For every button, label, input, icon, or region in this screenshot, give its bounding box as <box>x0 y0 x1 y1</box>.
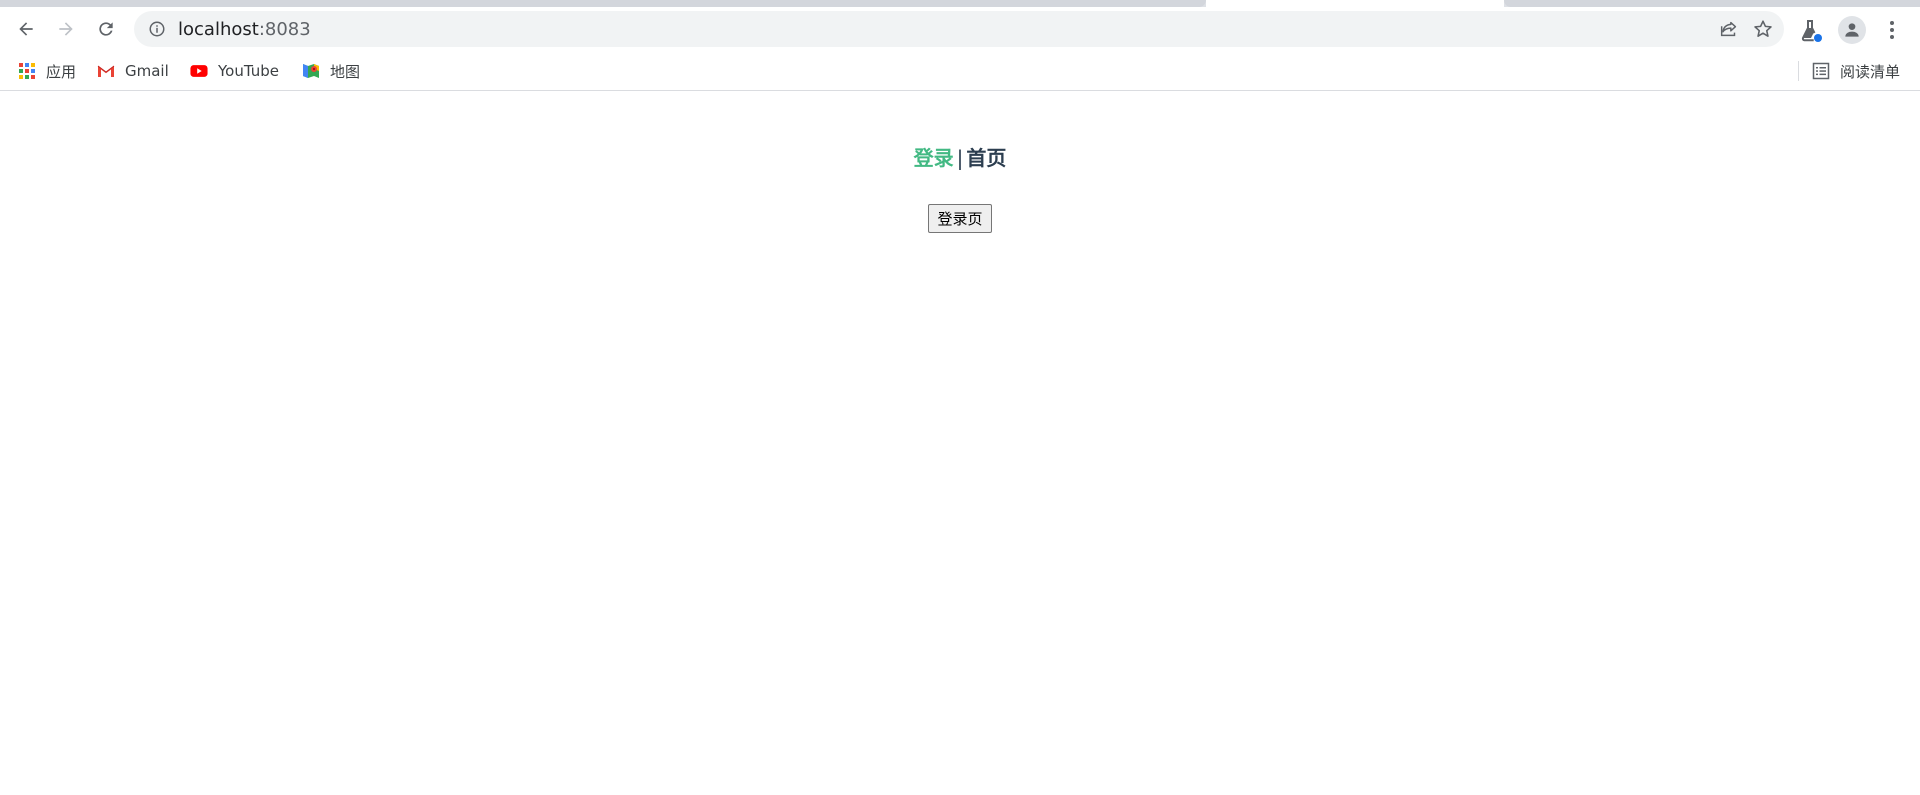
nav-separator: | <box>956 146 964 170</box>
bookmark-maps[interactable]: 地图 <box>302 59 360 83</box>
reading-list-button[interactable]: 阅读清单 <box>1812 59 1900 83</box>
url-port: :8083 <box>258 19 311 40</box>
reload-button[interactable] <box>88 11 124 47</box>
share-icon[interactable] <box>1718 18 1740 40</box>
bookmark-label: 地图 <box>330 62 361 81</box>
nav-link-login[interactable]: 登录 <box>914 146 954 170</box>
inactive-tab-right[interactable] <box>1504 0 1920 7</box>
profile-avatar[interactable] <box>1838 16 1866 44</box>
bookmarks-divider <box>1798 61 1799 81</box>
arrow-left-icon <box>19 22 33 36</box>
bookmark-label: Gmail <box>125 62 169 80</box>
nav-link-home[interactable]: 首页 <box>966 146 1006 170</box>
tab-strip <box>0 0 1920 7</box>
gmail-icon <box>97 65 115 77</box>
page-nav: 登录 | 首页 <box>0 142 1920 171</box>
active-tab[interactable] <box>1206 0 1504 7</box>
inactive-tab-left[interactable] <box>0 0 1206 7</box>
youtube-icon <box>190 65 208 77</box>
person-icon <box>1845 23 1859 37</box>
url-host: localhost <box>178 19 259 40</box>
reload-icon <box>99 22 113 36</box>
bookmarks-bar: 应用 Gmail YouTube 地图 阅读清单 <box>0 51 1920 91</box>
url-text[interactable]: localhost:8083 <box>178 19 311 40</box>
back-button[interactable] <box>8 11 44 47</box>
bookmark-label: 应用 <box>46 62 77 81</box>
more-vertical-icon[interactable] <box>1880 18 1904 42</box>
site-info-icon[interactable] <box>148 20 166 38</box>
page-content: 登录 | 首页 登录页 <box>0 92 1920 795</box>
arrow-right-icon <box>59 22 73 36</box>
reading-list-label: 阅读清单 <box>1840 62 1901 81</box>
bookmark-star-icon[interactable] <box>1752 18 1774 40</box>
login-button-container: 登录页 <box>0 204 1920 233</box>
apps-grid-icon <box>19 63 35 79</box>
bookmark-apps[interactable]: 应用 <box>18 59 76 83</box>
browser-toolbar: localhost:8083 <box>0 7 1920 51</box>
forward-button[interactable] <box>48 11 84 47</box>
bookmark-youtube[interactable]: YouTube <box>190 59 279 83</box>
bookmark-gmail[interactable]: Gmail <box>97 59 169 83</box>
bookmark-label: YouTube <box>218 62 279 80</box>
login-page-button[interactable]: 登录页 <box>928 204 992 233</box>
maps-icon <box>303 64 319 78</box>
reading-list-icon <box>1812 62 1830 80</box>
labs-flask-icon[interactable] <box>1798 18 1824 44</box>
address-bar[interactable]: localhost:8083 <box>134 11 1784 47</box>
